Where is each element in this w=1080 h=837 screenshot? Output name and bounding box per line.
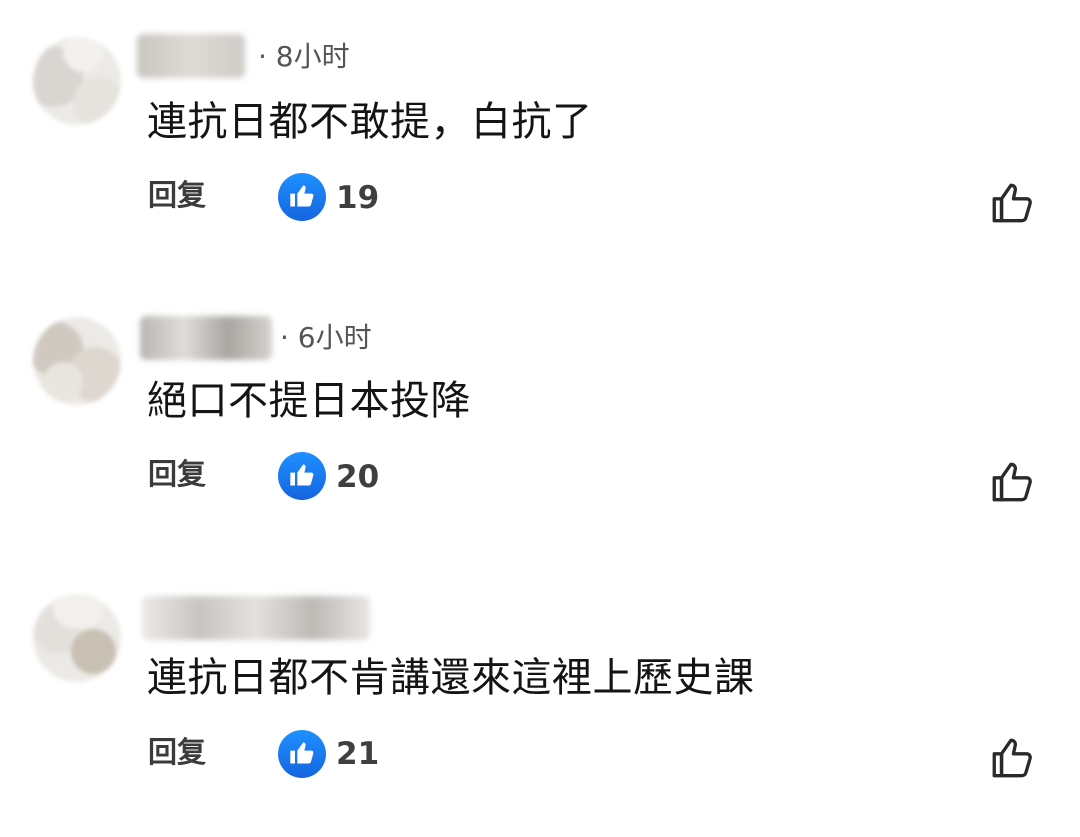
comment-text: 絕口不提日本投降 (147, 378, 471, 424)
comment-item: 連抗日都不肯講還來這裡上歷史課 回复 21 (0, 558, 1080, 808)
like-count: 19 (336, 180, 380, 216)
like-count: 21 (336, 736, 380, 772)
comment-time: · 6小时 (280, 321, 372, 354)
comment-text: 連抗日都不肯講還來這裡上歷史課 (147, 655, 755, 701)
like-count: 20 (336, 459, 380, 495)
thumbs-up-icon (278, 173, 326, 221)
avatar[interactable] (33, 37, 121, 125)
reply-button[interactable]: 回复 (148, 732, 206, 772)
thumbs-up-icon (278, 452, 326, 500)
thumbs-up-outline-icon[interactable] (988, 178, 1038, 228)
avatar[interactable] (33, 317, 121, 405)
username-blurred[interactable] (137, 34, 245, 78)
avatar[interactable] (33, 594, 121, 682)
reply-button[interactable]: 回复 (148, 175, 206, 215)
thumbs-up-outline-icon[interactable] (988, 457, 1038, 507)
username-blurred[interactable] (140, 316, 272, 360)
comment-text: 連抗日都不敢提，白抗了 (147, 99, 593, 145)
username-blurred[interactable] (142, 596, 370, 640)
comment-item: · 8小时 連抗日都不敢提，白抗了 回复 19 (0, 0, 1080, 250)
thumbs-up-icon (278, 730, 326, 778)
comment-time: · 8小时 (258, 40, 350, 73)
thumbs-up-outline-icon[interactable] (988, 733, 1038, 783)
reply-button[interactable]: 回复 (148, 454, 206, 494)
comment-item: · 6小时 絕口不提日本投降 回复 20 (0, 280, 1080, 530)
